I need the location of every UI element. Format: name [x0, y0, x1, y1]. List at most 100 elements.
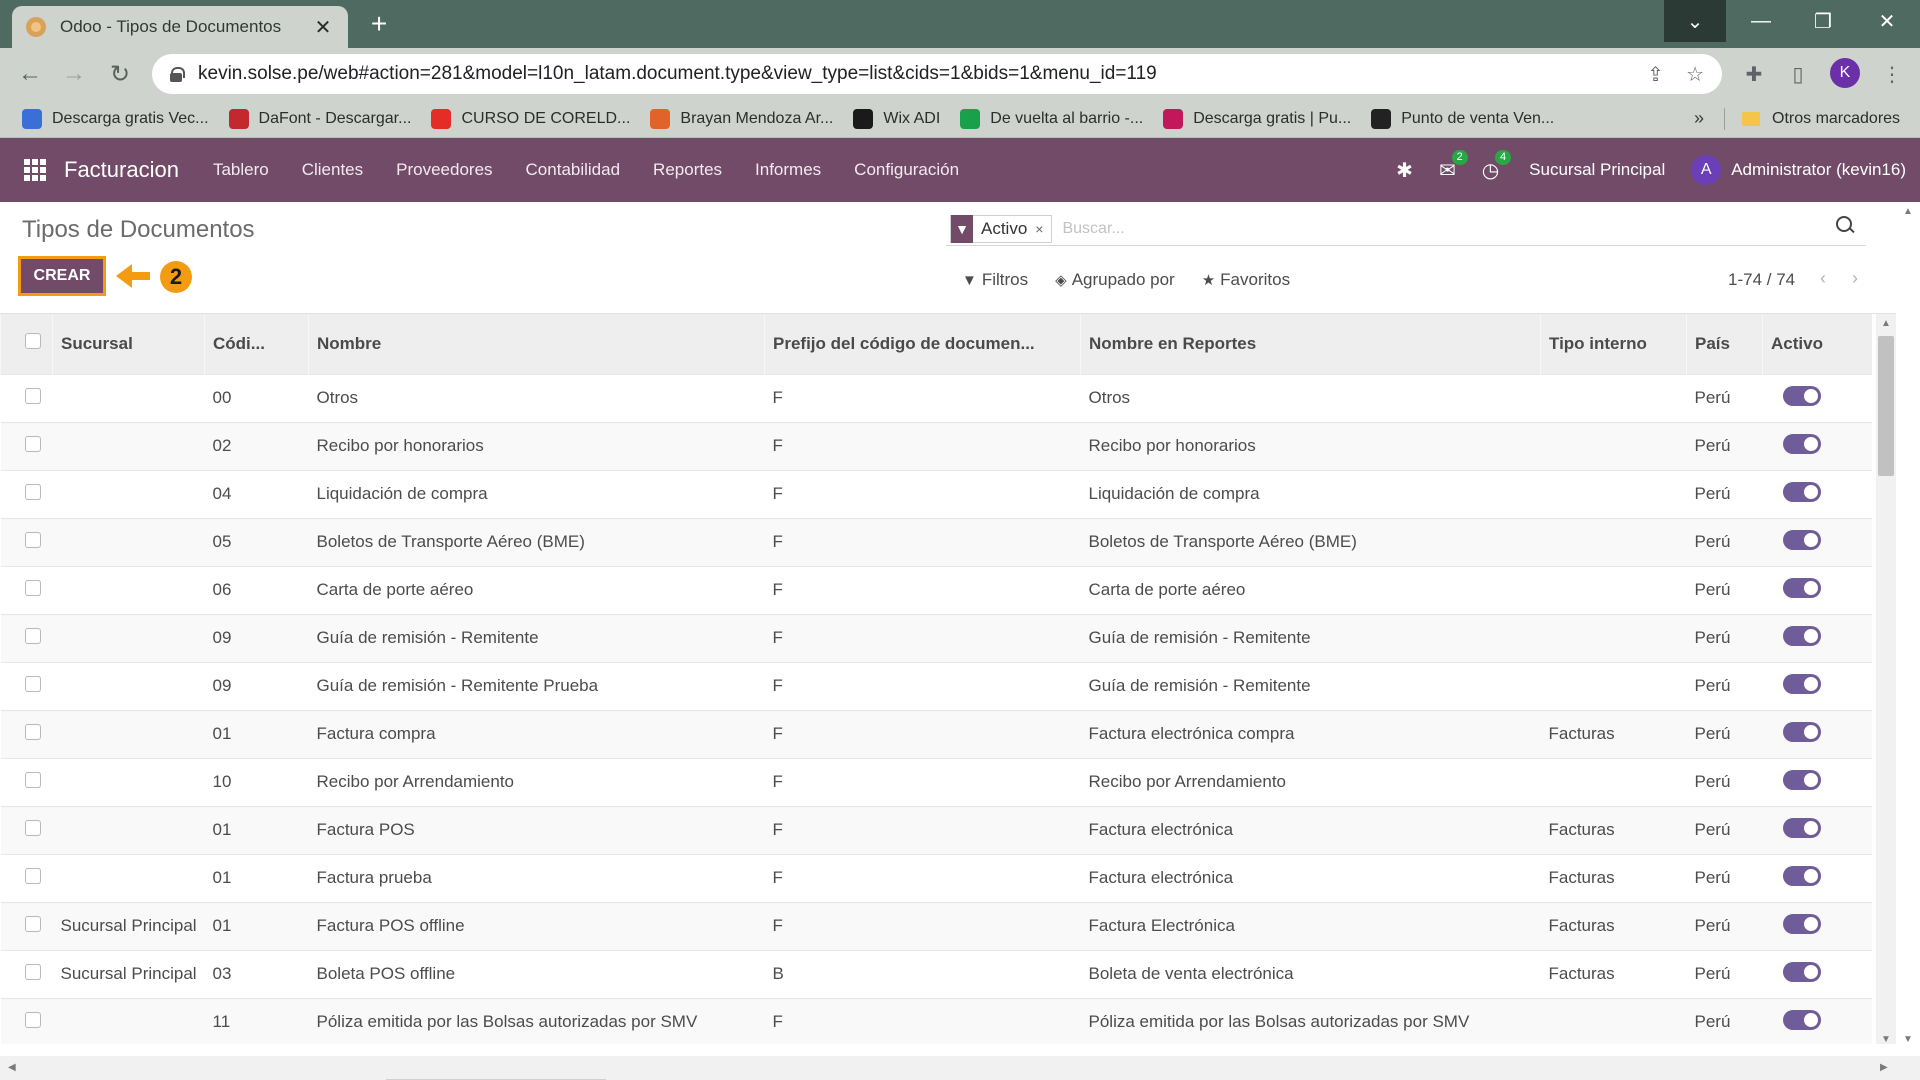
table-row[interactable]: 09 Guía de remisión - Remitente Prueba F Gu… — [0, 662, 1872, 710]
row-checkbox[interactable] — [1, 710, 53, 758]
filters-button[interactable]: ▼ Filtros — [962, 270, 1028, 290]
menu-proveedores[interactable]: Proveedores — [396, 160, 492, 180]
table-row[interactable]: Sucursal Principal 03 Boleta POS offline B B… — [0, 950, 1872, 998]
table-row[interactable]: 02 Recibo por honorarios F Recibo por honor… — [0, 422, 1872, 470]
active-toggle[interactable] — [1782, 625, 1821, 646]
horizontal-scrollbar[interactable] — [0, 1056, 1920, 1080]
active-toggle[interactable] — [1782, 673, 1821, 694]
table-row[interactable]: 00 Otros F Otros Perú — [0, 374, 1872, 422]
browser-menu-icon[interactable]: ⋮ — [1878, 60, 1906, 88]
bookmark-item[interactable]: CURSO DE CORELD... — [431, 108, 630, 129]
menu-contabilidad[interactable]: Contabilidad — [526, 160, 621, 180]
reload-icon[interactable]: ↻ — [104, 58, 136, 90]
menu-reportes[interactable]: Reportes — [653, 160, 722, 180]
row-checkbox[interactable] — [1, 518, 53, 566]
row-checkbox[interactable] — [1, 950, 53, 998]
active-toggle[interactable] — [1782, 481, 1821, 502]
app-brand[interactable]: Facturacion — [64, 157, 179, 183]
filter-facet[interactable]: ▼ Activo × — [950, 214, 1053, 243]
menu-configuracion[interactable]: Configuración — [854, 160, 959, 180]
search-bar[interactable]: ▼ Activo × Buscar... — [946, 212, 1866, 246]
active-toggle[interactable] — [1782, 529, 1821, 550]
column-header-codigo[interactable]: Códi... — [204, 314, 309, 374]
active-toggle[interactable] — [1782, 865, 1821, 886]
table-row[interactable]: 01 Factura POS F Factura electrónica Factura… — [0, 806, 1872, 854]
bookmark-star-icon[interactable]: ☆ — [1686, 62, 1704, 87]
search-input[interactable]: Buscar... — [1062, 220, 1866, 238]
pager-next-icon[interactable]: › — [1852, 268, 1858, 289]
active-toggle[interactable] — [1782, 385, 1821, 406]
list-scroll-up-icon[interactable]: ▲ — [1881, 318, 1891, 329]
select-all-checkbox[interactable] — [0, 314, 53, 374]
minimize-icon[interactable]: — — [1730, 0, 1792, 42]
facet-remove-icon[interactable]: × — [1035, 221, 1051, 237]
scroll-right-icon[interactable]: ▶ — [1880, 1062, 1888, 1073]
row-checkbox[interactable] — [1, 422, 53, 470]
tab-close-icon[interactable]: ✕ — [312, 15, 334, 40]
share-icon[interactable]: ⇪ — [1647, 62, 1664, 87]
column-header-pais[interactable]: País — [1686, 314, 1763, 374]
search-icon[interactable] — [1836, 216, 1854, 234]
user-menu[interactable]: Administrator (kevin16) — [1731, 160, 1906, 180]
window-close-icon[interactable]: ✕ — [1856, 0, 1918, 42]
bookmark-item[interactable]: Descarga gratis Vec... — [22, 108, 209, 129]
table-row[interactable]: 06 Carta de porte aéreo F Carta de porte aé… — [0, 566, 1872, 614]
column-header-sucursal[interactable]: Sucursal — [52, 314, 205, 374]
bookmark-item[interactable]: DaFont - Descargar... — [228, 108, 411, 129]
groupby-button[interactable]: ◈ Agrupado por — [1055, 270, 1175, 290]
new-tab-button[interactable]: + — [364, 10, 394, 38]
active-toggle[interactable] — [1782, 433, 1821, 454]
create-button[interactable]: CREAR — [18, 256, 106, 296]
column-header-nombre[interactable]: Nombre — [308, 314, 765, 374]
active-toggle[interactable] — [1782, 577, 1821, 598]
company-switcher[interactable]: Sucursal Principal — [1529, 160, 1665, 180]
scroll-left-icon[interactable]: ◀ — [8, 1062, 16, 1073]
menu-informes[interactable]: Informes — [755, 160, 821, 180]
row-checkbox[interactable] — [1, 374, 53, 422]
table-row[interactable]: 04 Liquidación de compra F Liquidación de c… — [0, 470, 1872, 518]
column-header-tipo-interno[interactable]: Tipo interno — [1540, 314, 1687, 374]
table-row[interactable]: 11 Póliza emitida por las Bolsas autoriza… — [0, 998, 1872, 1044]
column-header-prefijo[interactable]: Prefijo del código de documen... — [764, 314, 1081, 374]
extensions-puzzle-icon[interactable]: ✚ — [1740, 60, 1768, 88]
row-checkbox[interactable] — [1, 662, 53, 710]
page-scroll-down-icon[interactable]: ▼ — [1903, 1034, 1913, 1045]
browser-tab[interactable]: Odoo - Tipos de Documentos ✕ — [12, 6, 348, 48]
row-checkbox[interactable] — [1, 902, 53, 950]
menu-clientes[interactable]: Clientes — [302, 160, 363, 180]
debug-bug-icon[interactable]: ✱ — [1396, 158, 1413, 183]
bookmark-item[interactable]: De vuelta al barrio -... — [960, 108, 1143, 129]
other-bookmarks-folder[interactable]: Otros marcadores — [1742, 100, 1900, 138]
restore-icon[interactable]: ❐ — [1792, 0, 1854, 42]
active-toggle[interactable] — [1782, 913, 1821, 934]
active-toggle[interactable] — [1782, 961, 1821, 982]
active-toggle[interactable] — [1782, 721, 1821, 742]
page-scrollbar[interactable] — [1896, 202, 1920, 1044]
list-scroll-thumb[interactable] — [1878, 336, 1894, 476]
url-bar[interactable]: kevin.solse.pe/web#action=281&model=l10n… — [152, 54, 1722, 94]
row-checkbox[interactable] — [1, 998, 53, 1044]
bookmark-item[interactable]: Punto de venta Ven... — [1371, 108, 1554, 129]
row-checkbox[interactable] — [1, 614, 53, 662]
url-text[interactable]: kevin.solse.pe/web#action=281&model=l10n… — [198, 63, 1625, 85]
user-avatar[interactable]: A — [1691, 155, 1722, 185]
tab-search-chevron-icon[interactable]: ⌄ — [1664, 0, 1726, 42]
row-checkbox[interactable] — [1, 806, 53, 854]
back-arrow-icon[interactable]: ← — [14, 58, 46, 90]
page-scroll-up-icon[interactable]: ▲ — [1903, 206, 1913, 217]
lock-icon[interactable] — [170, 67, 185, 82]
column-header-activo[interactable]: Activo — [1762, 314, 1872, 374]
row-checkbox[interactable] — [1, 758, 53, 806]
apps-menu-icon[interactable] — [24, 159, 46, 181]
column-header-nombre-reportes[interactable]: Nombre en Reportes — [1080, 314, 1541, 374]
bookmarks-overflow-icon[interactable]: » — [1694, 108, 1704, 129]
pager-value[interactable]: 1-74 / 74 — [1728, 270, 1795, 290]
browser-profile-avatar[interactable]: K — [1830, 58, 1860, 88]
messages-icon[interactable]: ✉ 2 — [1439, 149, 1468, 183]
row-checkbox[interactable] — [1, 854, 53, 902]
table-row[interactable]: Sucursal Principal 01 Factura POS offline F… — [0, 902, 1872, 950]
side-panel-icon[interactable]: ▯ — [1784, 60, 1812, 88]
table-row[interactable]: 01 Factura compra F Factura electrónica com… — [0, 710, 1872, 758]
forward-arrow-icon[interactable]: → — [58, 58, 90, 90]
table-row[interactable]: 09 Guía de remisión - Remitente F Guía de r… — [0, 614, 1872, 662]
